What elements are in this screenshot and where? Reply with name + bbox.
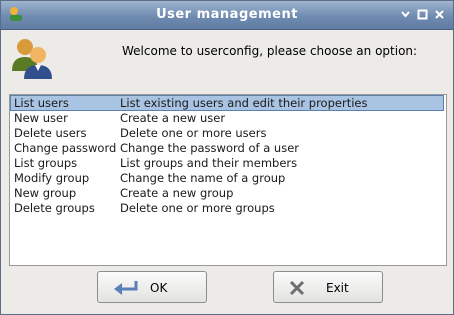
option-description: Delete one or more users — [120, 126, 267, 140]
list-item[interactable]: New group Create a new group — [11, 186, 443, 200]
option-description: List groups and their members — [120, 156, 298, 170]
option-description: Create a new group — [120, 186, 234, 200]
enter-arrow-icon — [114, 281, 138, 295]
option-name: Delete users — [14, 126, 87, 140]
option-name: Delete groups — [14, 201, 95, 215]
option-description: Change the name of a group — [120, 171, 286, 185]
close-icon[interactable] — [433, 8, 446, 21]
options-list[interactable]: List users List existing users and edit t… — [9, 94, 447, 266]
option-name: New user — [14, 111, 68, 125]
option-description: Create a new user — [120, 111, 226, 125]
option-description: List existing users and edit their prope… — [120, 96, 368, 110]
maximize-icon[interactable] — [416, 8, 429, 21]
list-item[interactable]: Modify group Change the name of a group — [11, 171, 443, 185]
option-name: New group — [14, 186, 77, 200]
welcome-text: Welcome to userconfig, please choose an … — [122, 44, 418, 58]
list-item[interactable]: New user Create a new user — [11, 111, 443, 125]
x-icon — [289, 280, 305, 296]
list-item[interactable]: List groups List groups and their members — [11, 156, 443, 170]
minimize-icon[interactable] — [399, 8, 412, 21]
option-name: List users — [14, 96, 69, 110]
list-item[interactable]: List users List existing users and edit t… — [10, 95, 444, 111]
exit-button-label: Exit — [326, 281, 349, 295]
list-item[interactable]: Change password Change the password of a … — [11, 141, 443, 155]
titlebar[interactable]: User management — [1, 1, 453, 30]
list-item[interactable]: Delete groups Delete one or more groups — [11, 201, 443, 215]
ok-button-label: OK — [150, 281, 168, 295]
ok-button[interactable]: OK — [97, 271, 207, 303]
option-description: Delete one or more groups — [120, 201, 275, 215]
window-title: User management — [156, 7, 298, 22]
option-name: Change password — [14, 141, 117, 155]
users-icon — [12, 39, 52, 79]
list-item[interactable]: Delete users Delete one or more users — [11, 126, 443, 140]
option-name: Modify group — [14, 171, 90, 185]
exit-button[interactable]: Exit — [273, 271, 383, 303]
option-description: Change the password of a user — [120, 141, 299, 155]
user-management-window: User management Welcome to userconfig, p… — [0, 0, 454, 315]
option-name: List groups — [14, 156, 78, 170]
